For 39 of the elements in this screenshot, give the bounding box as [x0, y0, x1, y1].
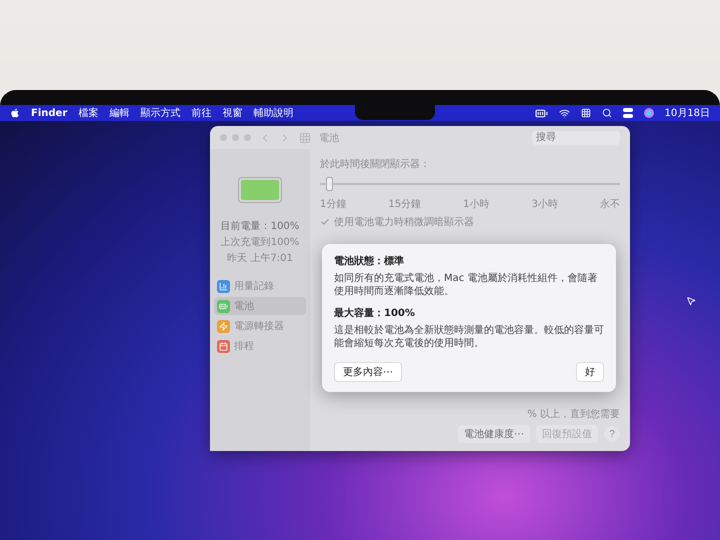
- tick-label: 3小時: [532, 198, 558, 211]
- menu-item[interactable]: 檔案: [78, 106, 98, 120]
- tick-label: 永不: [600, 198, 620, 211]
- tick-label: 1分鐘: [320, 198, 346, 211]
- dialog-button[interactable]: 好: [576, 362, 604, 382]
- battery-icon[interactable]: [534, 106, 548, 120]
- battery-icon: [238, 177, 282, 203]
- toggle-icon[interactable]: [622, 108, 633, 118]
- menu-item[interactable]: 前往: [191, 106, 212, 120]
- menu-item[interactable]: 編輯: [109, 106, 130, 120]
- description-text: % 以上，直到您需要: [527, 408, 620, 421]
- tick-label: 1小時: [463, 198, 490, 211]
- menu-item[interactable]: 顯示方式: [140, 106, 180, 120]
- apple-icon[interactable]: [10, 108, 20, 118]
- search-icon[interactable]: [602, 108, 612, 118]
- footer-button[interactable]: 電池健康度⋯: [458, 425, 530, 443]
- search-field[interactable]: 搜尋: [532, 130, 620, 144]
- pointer-icon: [686, 296, 696, 306]
- checkbox[interactable]: [320, 217, 330, 227]
- orb-icon[interactable]: [644, 108, 654, 118]
- dialog-text: 這是相較於電池為全新狀態時測量的電池容量。較低的容量可能會縮短每次充電後的使用時間。: [334, 324, 604, 350]
- wifi-icon[interactable]: [558, 108, 570, 118]
- dialog-heading: 電池狀態：標準: [334, 254, 405, 268]
- menu-item[interactable]: Finder: [31, 108, 68, 118]
- clock[interactable]: 10月18日: [664, 106, 710, 120]
- menu-item[interactable]: 視窗: [222, 106, 242, 120]
- charge-level: 目前電量：100%: [220, 220, 300, 233]
- charge-time: 昨天 上午7:01: [227, 252, 293, 265]
- slider-label: 於此時間後關閉顯示器：: [320, 158, 431, 171]
- last-charge: 上次充電到100%: [220, 236, 300, 249]
- dialog-text: 如同所有的充電式電池，Mac 電池屬於消耗性組件，會隨著使用時間而逐漸降低效能。: [334, 272, 598, 298]
- checkbox-label: 使用電池電力時稍微調暗顯示器: [334, 216, 474, 229]
- window-title: 電池: [319, 132, 339, 144]
- slider-thumb[interactable]: [326, 177, 333, 191]
- tick-label: 15分鐘: [388, 198, 422, 211]
- dialog-button[interactable]: 更多內容⋯: [334, 362, 402, 382]
- menu-item[interactable]: 輔助說明: [253, 106, 294, 120]
- dialog-heading: 最大容量：100%: [334, 306, 416, 320]
- input-method-icon[interactable]: [580, 108, 591, 118]
